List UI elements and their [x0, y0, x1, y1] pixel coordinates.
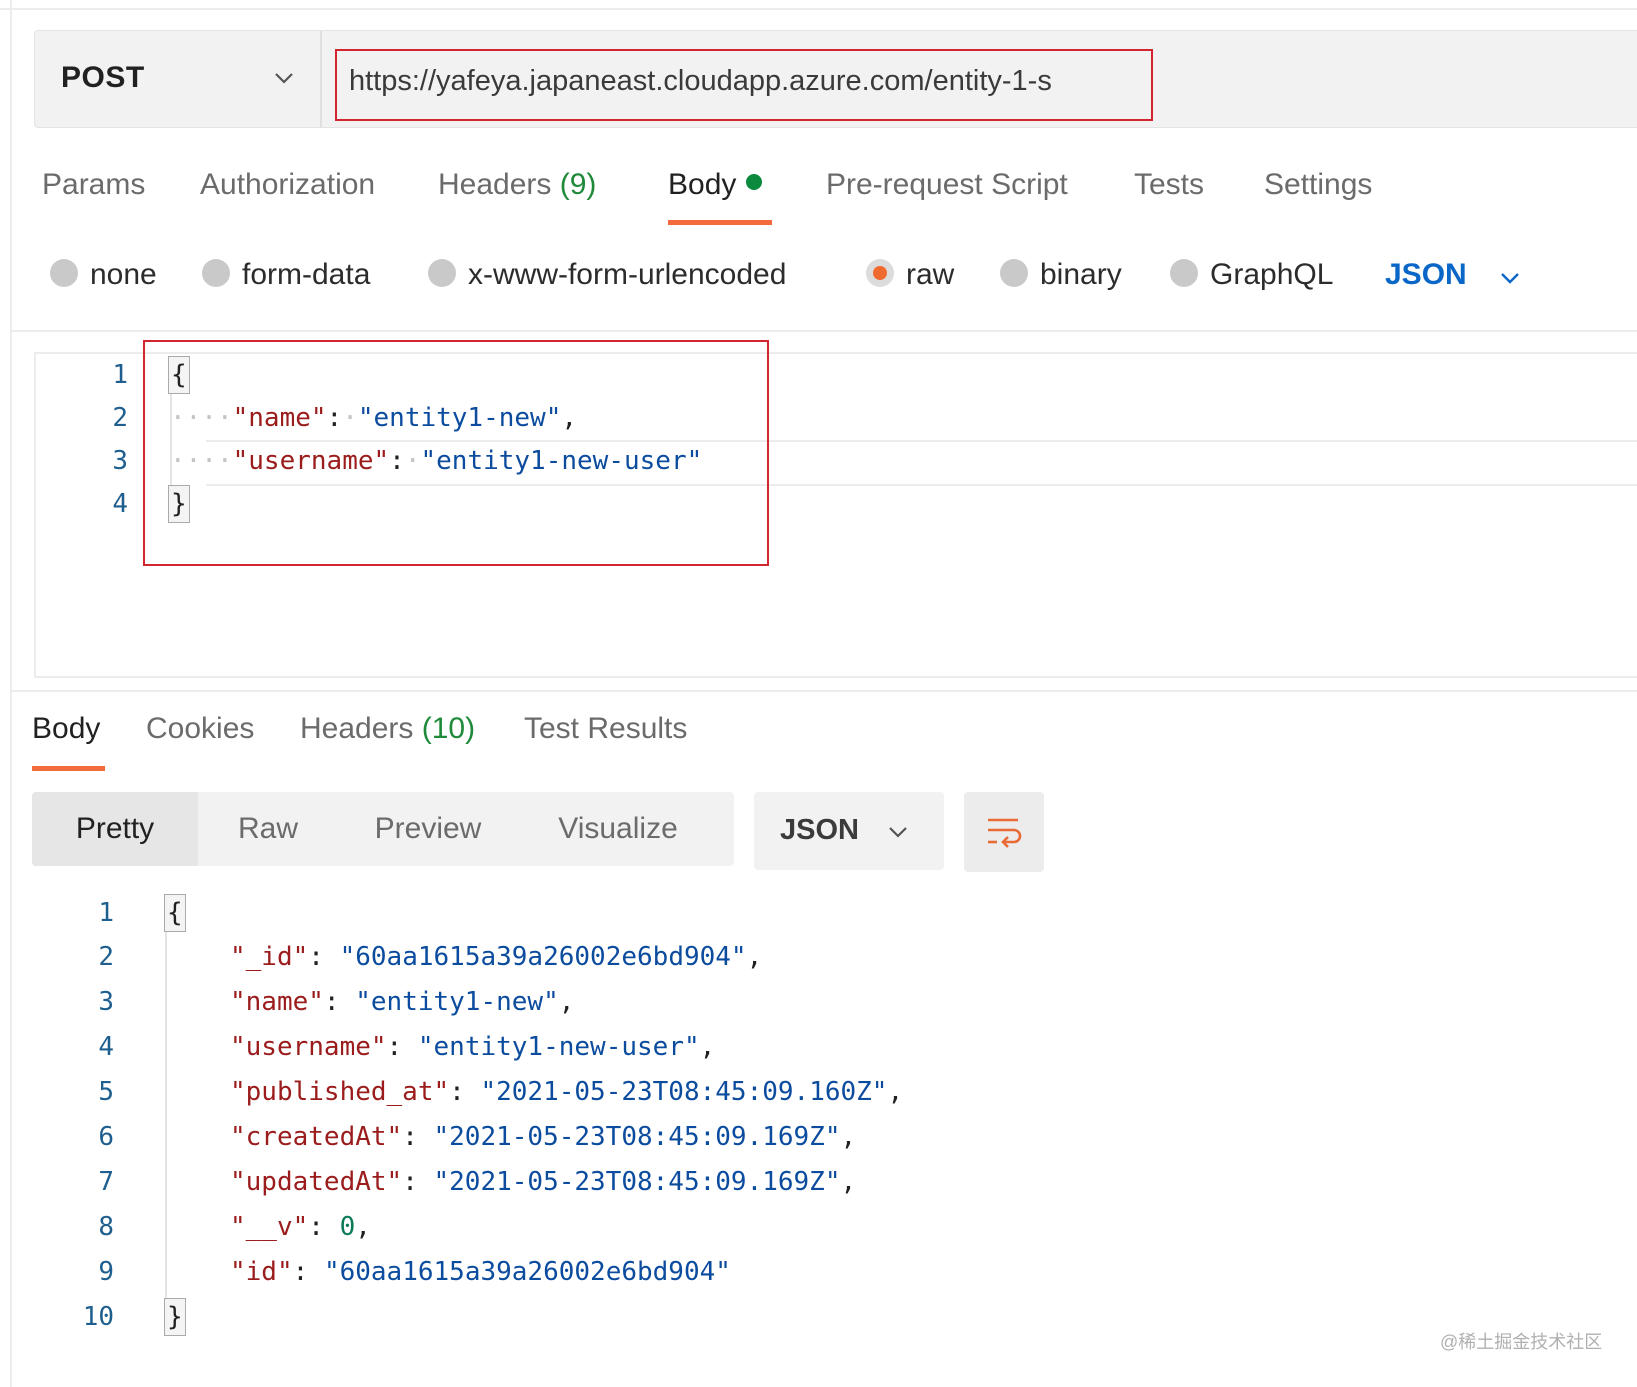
radio-raw[interactable]: raw — [866, 258, 954, 292]
code-line: "username": "entity1-new-user", — [230, 1032, 716, 1062]
left-border — [10, 0, 12, 1387]
response-tab-headers[interactable]: Headers (10) — [300, 712, 475, 746]
wrap-lines-button[interactable] — [964, 792, 1044, 872]
line-number: 10 — [82, 1302, 114, 1332]
line-number: 2 — [112, 403, 128, 433]
request-tabs: Params Authorization Headers (9) Body Pr… — [42, 168, 1542, 228]
response-tab-test-results[interactable]: Test Results — [524, 712, 687, 746]
url-bar: POST https://yafeya.japaneast.cloudapp.a… — [34, 30, 1637, 128]
radio-circle-icon — [428, 259, 456, 287]
tab-tests[interactable]: Tests — [1134, 168, 1204, 202]
code-line: "__v": 0, — [230, 1212, 371, 1242]
radio-circle-icon — [50, 259, 78, 287]
indent-guide — [165, 930, 167, 1304]
radio-graphql[interactable]: GraphQL — [1170, 258, 1333, 292]
active-tab-underline — [668, 220, 772, 225]
code-line: "_id": "60aa1615a39a26002e6bd904", — [230, 942, 763, 972]
radio-x-www-form-urlencoded[interactable]: x-www-form-urlencoded — [428, 258, 786, 292]
response-tab-cookies[interactable]: Cookies — [146, 712, 254, 746]
code-line: } — [164, 1298, 186, 1336]
chevron-down-icon[interactable] — [1498, 266, 1522, 290]
tab-body[interactable]: Body — [668, 168, 763, 202]
method-select[interactable]: POST — [35, 31, 322, 127]
radio-none[interactable]: none — [50, 258, 157, 292]
method-label: POST — [61, 61, 145, 94]
code-line: { — [164, 894, 186, 932]
headers-count: (9) — [559, 168, 597, 201]
line-number: 7 — [98, 1167, 114, 1197]
body-format-select[interactable]: JSON — [1385, 258, 1467, 292]
view-visualize-button[interactable]: Visualize — [518, 792, 718, 866]
divider — [12, 690, 1637, 692]
line-number: 1 — [112, 360, 128, 390]
tab-pre-request-script[interactable]: Pre-request Script — [826, 168, 1068, 202]
view-pretty-button[interactable]: Pretty — [32, 792, 198, 866]
body-type-options: none form-data x-www-form-urlencoded raw… — [50, 258, 1590, 298]
radio-binary[interactable]: binary — [1000, 258, 1122, 292]
code-line: "id": "60aa1615a39a26002e6bd904" — [230, 1257, 731, 1287]
code-line: "createdAt": "2021-05-23T08:45:09.169Z", — [230, 1122, 857, 1152]
line-number: 8 — [98, 1212, 114, 1242]
code-line: "updatedAt": "2021-05-23T08:45:09.169Z", — [230, 1167, 857, 1197]
response-format-select[interactable]: JSON — [754, 792, 944, 870]
response-format-label: JSON — [780, 814, 859, 846]
line-number: 4 — [98, 1032, 114, 1062]
tab-authorization[interactable]: Authorization — [200, 168, 375, 202]
line-number: 2 — [98, 942, 114, 972]
line-number: 3 — [98, 987, 114, 1017]
code-line: "name": "entity1-new", — [230, 987, 575, 1017]
code-line: "published_at": "2021-05-23T08:45:09.160… — [230, 1077, 904, 1107]
tab-params[interactable]: Params — [42, 168, 145, 202]
line-number: 3 — [112, 446, 128, 476]
watermark: @稀土掘金技术社区 — [1440, 1332, 1603, 1352]
url-input[interactable]: https://yafeya.japaneast.cloudapp.azure.… — [335, 49, 1153, 121]
radio-selected-icon — [866, 259, 894, 287]
view-raw-button[interactable]: Raw — [198, 792, 338, 866]
response-tabs: Body Cookies Headers (10) Test Results — [32, 712, 1032, 772]
line-number: 9 — [98, 1257, 114, 1287]
tab-settings[interactable]: Settings — [1264, 168, 1372, 202]
top-border — [0, 8, 1637, 10]
chevron-down-icon — [889, 827, 907, 838]
highlight-box — [143, 340, 769, 566]
radio-circle-icon — [1000, 259, 1028, 287]
response-tab-body[interactable]: Body — [32, 712, 100, 746]
radio-circle-icon — [202, 259, 230, 287]
line-number: 5 — [98, 1077, 114, 1107]
url-text: https://yafeya.japaneast.cloudapp.azure.… — [349, 65, 1052, 97]
chevron-down-icon — [275, 73, 293, 84]
view-preview-button[interactable]: Preview — [338, 792, 518, 866]
radio-circle-icon — [1170, 259, 1198, 287]
line-number: 6 — [98, 1122, 114, 1152]
tab-headers[interactable]: Headers (9) — [438, 168, 596, 202]
line-number: 1 — [98, 898, 114, 928]
headers-count: (10) — [421, 712, 476, 745]
line-number: 4 — [112, 489, 128, 519]
body-modified-dot-icon — [746, 174, 763, 190]
divider — [12, 330, 1637, 332]
radio-form-data[interactable]: form-data — [202, 258, 370, 292]
wrap-lines-icon — [988, 818, 1022, 848]
active-tab-underline — [32, 766, 105, 771]
view-mode-group: Pretty Raw Preview Visualize — [32, 792, 734, 866]
